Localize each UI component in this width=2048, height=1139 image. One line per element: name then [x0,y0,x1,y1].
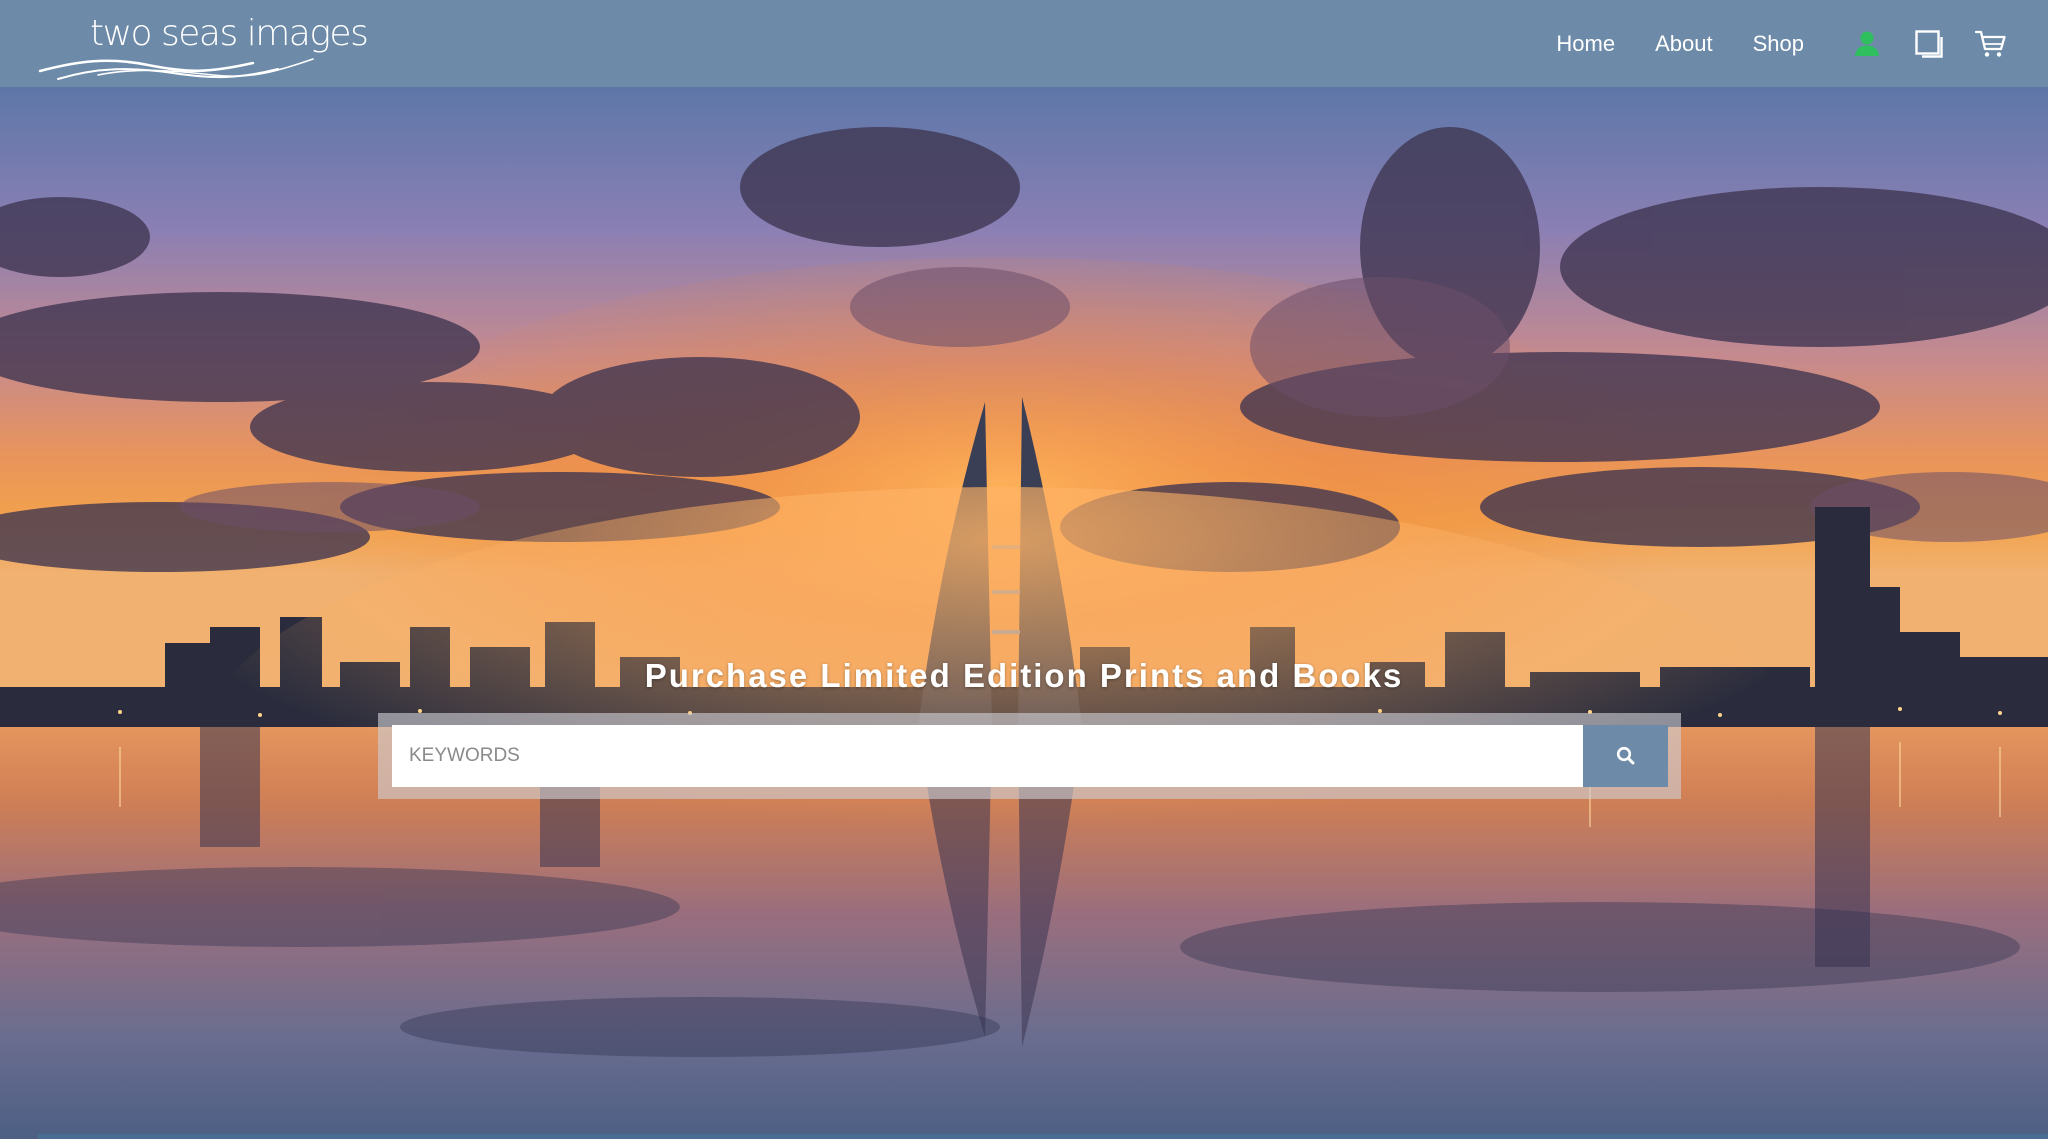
search-bar [378,713,1681,799]
brand-name: two seas images [90,12,369,54]
main-nav: Home About Shop [1556,27,2008,61]
site-header: two seas images Home About Shop [0,0,2048,87]
hero-section: Purchase Limited Edition Prints and Book… [0,87,2048,1139]
nav-about-link[interactable]: About [1655,31,1713,57]
nav-home-link[interactable]: Home [1556,31,1615,57]
cart-icon[interactable] [1974,27,2008,61]
hero-title: Purchase Limited Edition Prints and Book… [644,657,1404,694]
account-icon[interactable] [1850,27,1884,61]
nav-icon-group [1850,27,2008,61]
search-input[interactable] [392,725,1583,787]
bottom-edge-bar [38,1134,2048,1139]
gallery-icon[interactable] [1912,27,1946,61]
hero-background-image [0,87,2048,1139]
search-button[interactable] [1583,725,1668,787]
logo-waves-icon [38,57,314,80]
brand-logo[interactable]: two seas images [38,9,369,80]
nav-shop-link[interactable]: Shop [1753,31,1804,57]
search-icon [1616,746,1634,765]
